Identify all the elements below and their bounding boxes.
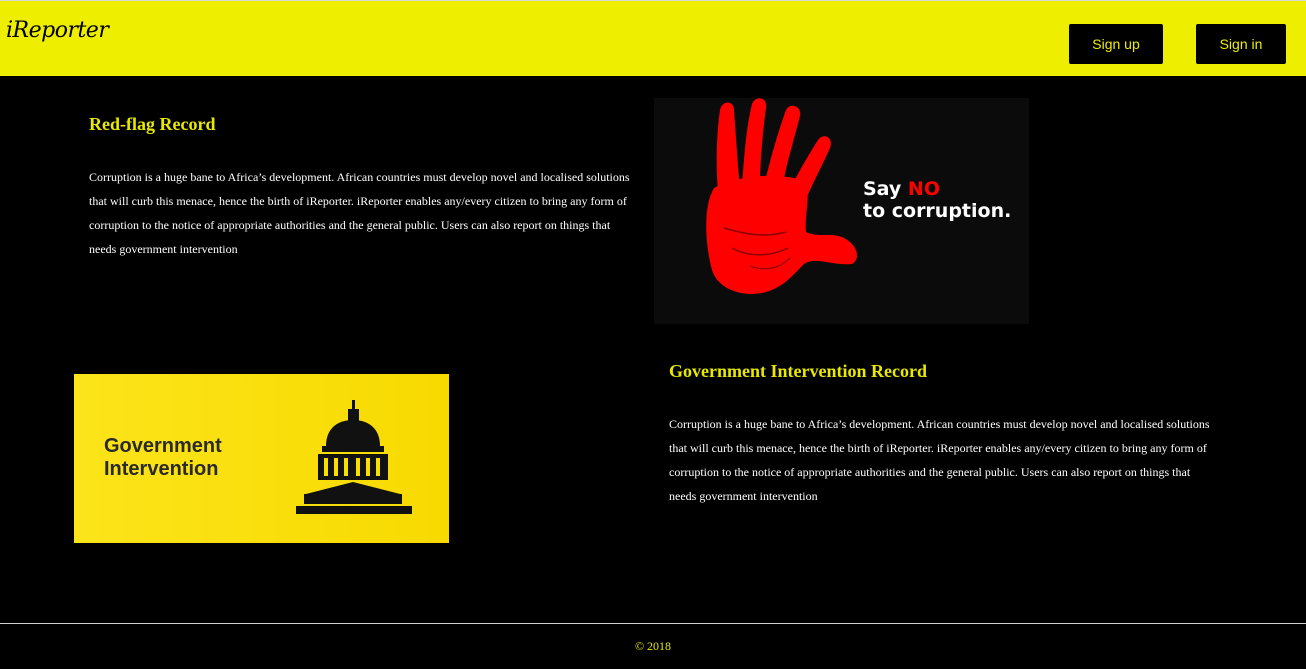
red-flag-title: Red-flag Record: [89, 114, 216, 134]
red-flag-description: Corruption is a huge bane to Africa’s de…: [89, 170, 630, 256]
intervention-text: Intervention: [104, 458, 219, 480]
capitol-dome-icon: [296, 400, 412, 514]
copyright: © 2018: [634, 639, 672, 653]
footer-divider: [0, 623, 1306, 624]
government-intervention-image: Government Intervention: [74, 374, 449, 543]
logo[interactable]: iReporter: [6, 18, 109, 43]
government-intervention-title: Government Intervention Record: [669, 361, 927, 381]
to-corruption-text: to corruption.: [863, 200, 1012, 222]
government-text: Government: [104, 435, 222, 457]
no-text: NO: [907, 178, 940, 200]
say-text: Say: [863, 178, 908, 200]
signin-button[interactable]: Sign in: [1196, 24, 1286, 64]
navbar: iReporter Sign up Sign in: [0, 1, 1306, 76]
signup-button[interactable]: Sign up: [1069, 24, 1163, 64]
government-intervention-description: Corruption is a huge bane to Africa’s de…: [669, 417, 1210, 503]
say-no-corruption-image: Say NO to corruption.: [654, 98, 1029, 324]
